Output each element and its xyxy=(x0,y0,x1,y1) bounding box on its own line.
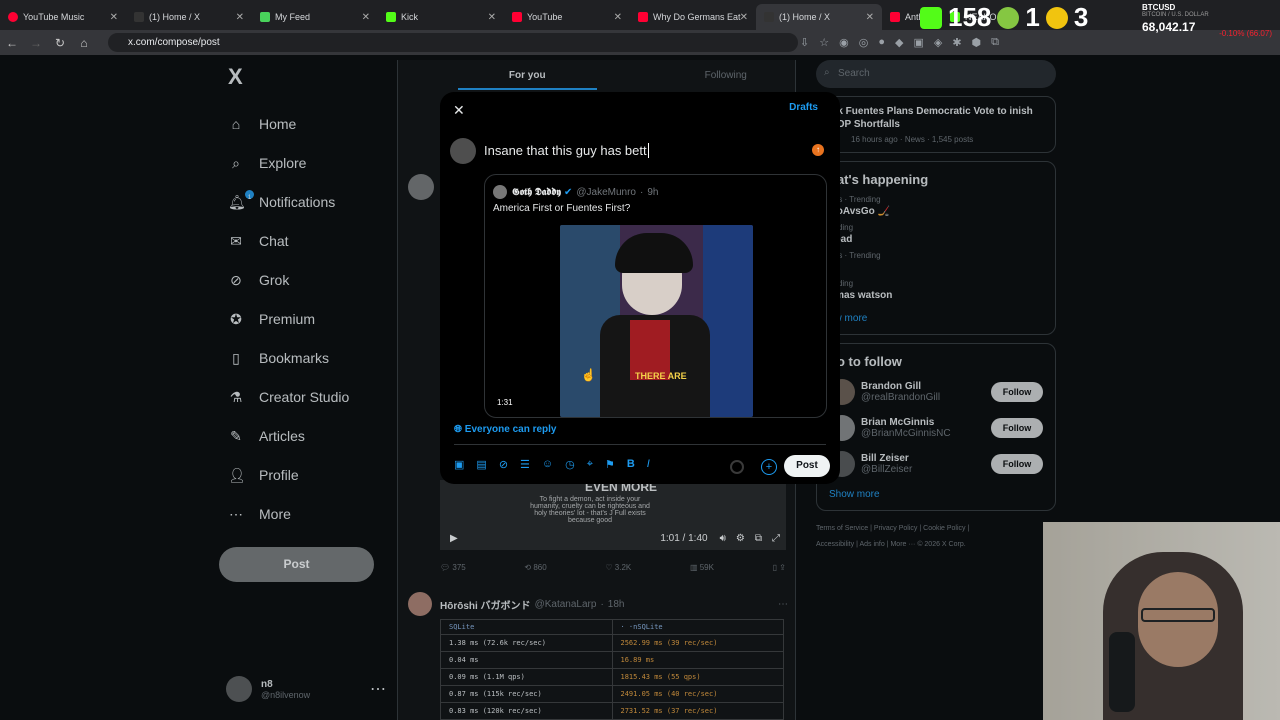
avatar xyxy=(493,185,507,199)
stream-overlay-counters: 158 1 3 xyxy=(920,2,1088,33)
compose-text: Insane that this guy has bett xyxy=(484,143,647,158)
viewer-icon xyxy=(1045,6,1068,29)
browser-tab-active[interactable]: (1) Home / X ✕ xyxy=(756,4,882,30)
forward-icon[interactable]: → xyxy=(24,36,48,50)
reply-setting-label: Everyone can reply xyxy=(464,424,557,435)
verified-icon: ✔ xyxy=(563,186,573,198)
kick-icon xyxy=(386,12,396,22)
compose-textarea[interactable]: Insane that this guy has bett xyxy=(484,143,649,158)
upload-icon[interactable]: ↑ xyxy=(812,144,824,156)
youtube-music-icon xyxy=(8,12,18,22)
close-icon[interactable]: ✕ xyxy=(614,12,622,23)
overlay-number: 3 xyxy=(1073,2,1089,32)
quoted-post[interactable]: 𝕲𝖔𝖙𝖍 𝕯𝖆𝖉𝖉𝖞 ✔ @JakeMunro · 9h America Fir… xyxy=(484,174,827,418)
drafts-button[interactable]: Drafts xyxy=(789,102,818,113)
quote-video-thumbnail[interactable]: THERE ARE xyxy=(560,225,753,417)
flag-icon[interactable]: ⚑ xyxy=(605,458,615,471)
poll-icon[interactable]: ☰ xyxy=(520,458,530,471)
browser-tab[interactable]: Why Do Germans Eat ✕ xyxy=(630,4,756,30)
grok-icon[interactable]: ⊘ xyxy=(499,458,508,471)
browser-tab[interactable]: YouTube Music ✕ xyxy=(0,4,126,30)
feed-icon xyxy=(260,12,270,22)
video-caption: THERE ARE xyxy=(635,371,687,381)
quote-text: America First or Fuentes First? xyxy=(493,203,631,214)
close-icon[interactable]: ✕ xyxy=(453,102,465,119)
extension-icon[interactable]: ⬢ xyxy=(972,36,982,49)
close-icon[interactable]: ✕ xyxy=(740,12,748,23)
puzzle-icon[interactable]: ⧉ xyxy=(991,36,999,49)
divider xyxy=(454,444,826,445)
video-duration: 1:31 xyxy=(497,398,513,407)
extension-icon[interactable]: ◎ xyxy=(859,36,869,49)
home-icon[interactable]: ⌂ xyxy=(72,36,96,50)
tab-label: Why Do Germans Eat xyxy=(653,12,741,22)
extension-icon[interactable]: ✱ xyxy=(952,36,961,49)
kick-icon xyxy=(920,6,942,29)
emoji-icon[interactable]: ☺ xyxy=(542,458,553,471)
youtube-icon xyxy=(638,12,648,22)
ticker-subtitle: BITCOIN / U.S. DOLLAR xyxy=(1142,12,1209,18)
overlay-number: 1 xyxy=(1025,2,1040,32)
avatar xyxy=(450,138,476,164)
video-bg-right xyxy=(703,225,753,417)
extensions-bar: ⇩ ☆ ◉ ◎ ● ◆ ▣ ◈ ✱ ⬢ ⧉ xyxy=(800,36,999,49)
close-icon[interactable]: ✕ xyxy=(866,12,874,23)
ticker-change: -0.10% (66.07) xyxy=(1219,29,1272,38)
browser-tab[interactable]: (1) Home / X ✕ xyxy=(126,4,252,30)
btc-ticker-widget: BTCUSD BITCOIN / U.S. DOLLAR 68,042.17 -… xyxy=(1142,3,1272,51)
close-icon[interactable]: ✕ xyxy=(488,12,496,23)
back-icon[interactable]: ← xyxy=(0,36,24,50)
install-icon[interactable]: ⇩ xyxy=(800,36,809,49)
reload-icon[interactable]: ↻ xyxy=(48,36,72,50)
url-field[interactable]: x.com/compose/post xyxy=(108,33,798,52)
extension-icon[interactable]: ◆ xyxy=(895,36,903,49)
x-icon xyxy=(134,12,144,22)
quote-author-handle: @JakeMunro xyxy=(576,186,636,198)
reply-setting-button[interactable]: 🌐︎ Everyone can reply xyxy=(454,424,557,435)
browser-tab[interactable]: My Feed ✕ xyxy=(252,4,378,30)
tab-label: (1) Home / X xyxy=(149,12,201,22)
quote-header: 𝕲𝖔𝖙𝖍 𝕯𝖆𝖉𝖉𝖞 ✔ @JakeMunro · 9h xyxy=(493,185,658,199)
compose-modal: ✕ Drafts Insane that this guy has bett ↑… xyxy=(440,92,840,484)
location-icon[interactable]: ⌖ xyxy=(587,458,593,471)
browser-tab[interactable]: YouTube ✕ xyxy=(504,4,630,30)
italic-icon[interactable]: I xyxy=(647,458,650,471)
rumble-icon xyxy=(997,6,1020,29)
x-icon xyxy=(764,12,774,22)
globe-icon: 🌐︎ xyxy=(454,424,465,435)
image-icon[interactable]: ▣ xyxy=(454,458,464,471)
quote-time: 9h xyxy=(647,186,659,198)
overlay-number: 158 xyxy=(948,2,992,32)
close-icon[interactable]: ✕ xyxy=(236,12,244,23)
mouse-cursor-icon: ☝ xyxy=(581,368,596,382)
schedule-icon[interactable]: ◷ xyxy=(565,458,575,471)
youtube-icon xyxy=(890,12,900,22)
ticker-symbol: BTCUSD xyxy=(1142,3,1176,12)
extension-icon[interactable]: ◈ xyxy=(934,36,942,49)
tab-label: YouTube Music xyxy=(23,12,85,22)
gif-icon[interactable]: ▤ xyxy=(476,458,486,471)
tab-label: (1) Home / X xyxy=(779,12,831,22)
quote-author-name: 𝕲𝖔𝖙𝖍 𝕯𝖆𝖉𝖉𝖞 xyxy=(512,186,561,198)
browser-tab[interactable]: Kick ✕ xyxy=(378,4,504,30)
compose-toolbar: ▣ ▤ ⊘ ☰ ☺ ◷ ⌖ ⚑ B I xyxy=(454,458,650,471)
close-icon[interactable]: ✕ xyxy=(362,12,370,23)
extension-icon[interactable]: ▣ xyxy=(913,36,923,49)
youtube-icon xyxy=(512,12,522,22)
address-bar-row: ← → ↻ ⌂ x.com/compose/post ⇩ ☆ ◉ ◎ ● ◆ ▣ ◈ ✱ ⬢ ⧉ xyxy=(0,30,1280,55)
video-figure-hair xyxy=(615,233,693,273)
tab-label: My Feed xyxy=(275,12,311,22)
character-progress-ring xyxy=(730,460,744,474)
add-post-icon[interactable]: + xyxy=(761,459,777,475)
post-button[interactable]: Post xyxy=(784,455,830,477)
extension-icon[interactable]: ● xyxy=(878,36,885,49)
tab-label: Kick xyxy=(401,12,419,22)
bold-icon[interactable]: B xyxy=(627,458,635,471)
extension-icon[interactable]: ◉ xyxy=(839,36,849,49)
star-icon[interactable]: ☆ xyxy=(819,36,829,49)
tab-label: YouTube xyxy=(527,12,563,22)
url-text: x.com/compose/post xyxy=(128,37,220,48)
close-icon[interactable]: ✕ xyxy=(110,12,118,23)
